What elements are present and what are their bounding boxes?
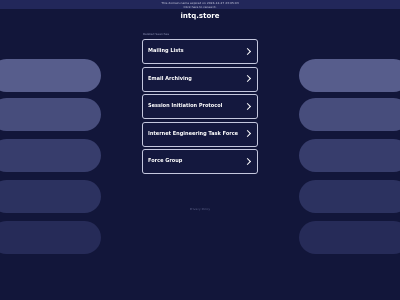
decorative-pill-right-3 [299, 139, 400, 172]
chevron-right-icon [243, 47, 252, 55]
link-label: Mailing Lists [148, 48, 184, 54]
link-email-archiving[interactable]: Email Archiving [142, 66, 258, 92]
link-label: Email Archiving [148, 75, 192, 82]
link-session-initiation-protocol[interactable]: Session Initiation Protocol [142, 94, 258, 119]
decorative-pill-left-3 [0, 139, 101, 172]
decorative-pill-left-5 [0, 221, 101, 254]
decorative-pill-left-1 [0, 59, 101, 92]
decorative-pill-right-2 [299, 98, 400, 131]
renew-link[interactable]: Click here to renew it. [0, 5, 400, 9]
chevron-right-icon [243, 102, 252, 110]
chevron-right-icon [243, 157, 252, 165]
link-internet-engineering-task-force[interactable]: Internet Engineering Task Force [142, 121, 258, 147]
chevron-right-icon [243, 74, 252, 83]
decorative-pill-right-1 [299, 59, 400, 92]
link-mailing-lists[interactable]: Mailing Lists [142, 39, 258, 64]
expiry-notice-bar[interactable]: This domain name expired on 2024-12-27 2… [0, 0, 400, 9]
related-links-list: Mailing Lists Email Archiving Session In… [142, 39, 258, 177]
link-label: Force Group [148, 158, 183, 164]
related-searches-label: Related Searches [143, 32, 170, 36]
domain-title[interactable]: intq.store [0, 12, 400, 21]
decorative-pill-left-2 [0, 98, 101, 131]
link-label: Session Initiation Protocol [148, 103, 223, 109]
chevron-right-icon [243, 129, 252, 138]
decorative-pill-right-5 [299, 221, 400, 254]
link-force-group[interactable]: Force Group [142, 149, 258, 174]
privacy-policy-link[interactable]: Privacy Policy [0, 207, 400, 211]
link-label: Internet Engineering Task Force [148, 130, 239, 137]
